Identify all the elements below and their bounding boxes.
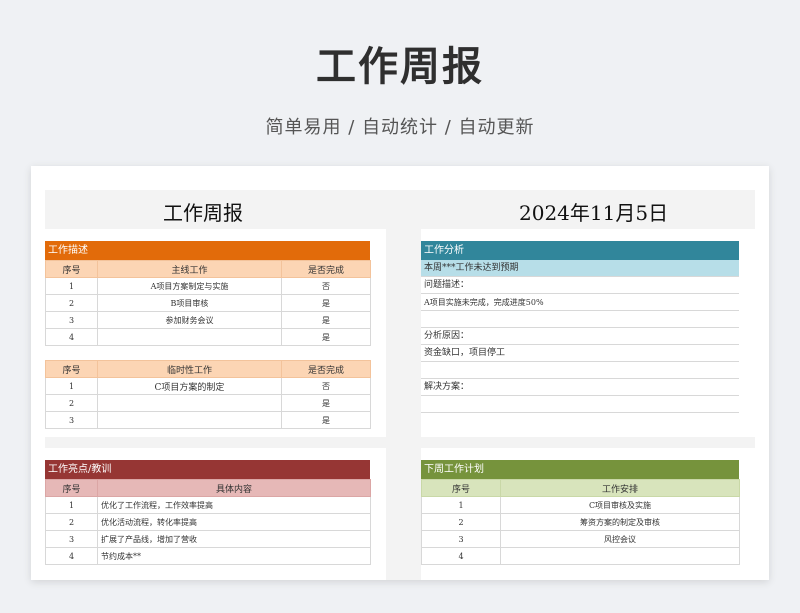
analysis-line[interactable]: 问题描述：	[421, 277, 739, 294]
table-row: 2 优化活动流程，转化率提高	[45, 513, 371, 531]
highlights-header: 序号 具体内容	[45, 479, 371, 497]
analysis-line[interactable]	[421, 396, 739, 413]
table-row: 1 C项目审核及实施	[421, 496, 740, 514]
cell[interactable]	[97, 328, 282, 346]
cell[interactable]: 筹资方案的制定及审核	[500, 513, 740, 531]
col-header: 序号	[45, 260, 98, 278]
cell[interactable]: B项目审核	[97, 294, 282, 312]
table-row: 2 B项目审核 是	[45, 294, 371, 312]
cell[interactable]: 是	[281, 394, 371, 412]
cell[interactable]: 是	[281, 294, 371, 312]
cell[interactable]: 4	[421, 547, 501, 565]
table-row: 1 C项目方案的制定 否	[45, 377, 371, 395]
sheet-body: 工作周报 2024年11月5日 工作描述 序号 主线工作 是否完成 1 A项目方…	[45, 190, 755, 580]
table-row: 2 是	[45, 394, 371, 412]
report-sheet: 工作周报 2024年11月5日 工作描述 序号 主线工作 是否完成 1 A项目方…	[31, 166, 769, 580]
analysis-line[interactable]: 解决方案：	[421, 379, 739, 396]
next-plan-header: 序号 工作安排	[421, 479, 740, 497]
cell[interactable]: 3	[45, 530, 98, 548]
cell[interactable]: 3	[45, 411, 98, 429]
work-desc-title: 工作描述	[45, 241, 370, 260]
cell[interactable]: C项目方案的制定	[97, 377, 282, 395]
cell[interactable]: 2	[45, 294, 98, 312]
next-plan-panel: 下周工作计划 序号 工作安排 1 C项目审核及实施 2 筹资方案的制定及审核 3	[421, 448, 755, 580]
cell[interactable]: 扩展了产品线，增加了营收	[97, 530, 371, 548]
analysis-line[interactable]	[421, 362, 739, 379]
col-header: 序号	[421, 479, 501, 497]
analysis-line[interactable]	[421, 311, 739, 328]
col-header: 序号	[45, 360, 98, 378]
report-date: 2024年11月5日	[519, 201, 669, 225]
cell[interactable]: 节约成本**	[97, 547, 371, 565]
sheet-title: 工作周报	[163, 201, 243, 225]
table-row: 3 参加财务会议 是	[45, 311, 371, 329]
col-header: 是否完成	[281, 360, 371, 378]
table-row: 2 筹资方案的制定及审核	[421, 513, 740, 531]
analysis-line[interactable]: 分析原因：	[421, 328, 739, 345]
cell[interactable]	[97, 394, 282, 412]
table-row: 3 是	[45, 411, 371, 429]
next-plan-table: 序号 工作安排 1 C项目审核及实施 2 筹资方案的制定及审核 3 风控会议 4	[421, 479, 740, 565]
cell[interactable]: 优化活动流程，转化率提高	[97, 513, 371, 531]
main-work-table: 序号 主线工作 是否完成 1 A项目方案制定与实施 否 2 B项目审核 是 3 …	[45, 260, 371, 346]
col-header: 工作安排	[500, 479, 740, 497]
cell[interactable]: 3	[421, 530, 501, 548]
page-subtitle: 简单易用 / 自动统计 / 自动更新	[265, 117, 535, 138]
cell[interactable]: 风控会议	[500, 530, 740, 548]
cell[interactable]: 是	[281, 411, 371, 429]
table-row: 3 风控会议	[421, 530, 740, 548]
cell[interactable]	[500, 547, 740, 565]
table-row: 3 扩展了产品线，增加了营收	[45, 530, 371, 548]
analysis-line[interactable]: 资金缺口，项目停工	[421, 345, 739, 362]
cell[interactable]	[97, 411, 282, 429]
col-header: 序号	[45, 479, 98, 497]
cell[interactable]: 是	[281, 311, 371, 329]
analysis-summary[interactable]: 本周***工作未达到预期	[421, 260, 739, 277]
table-row: 4 是	[45, 328, 371, 346]
sheet-header: 工作周报 2024年11月5日	[45, 190, 755, 227]
cell[interactable]: 是	[281, 328, 371, 346]
cell[interactable]: 1	[45, 377, 98, 395]
temp-work-table: 序号 临时性工作 是否完成 1 C项目方案的制定 否 2 是 3 是	[45, 360, 371, 429]
cell[interactable]: 2	[45, 394, 98, 412]
work-desc-panel: 工作描述 序号 主线工作 是否完成 1 A项目方案制定与实施 否 2 B项目审核…	[45, 229, 386, 437]
col-header: 是否完成	[281, 260, 371, 278]
cell[interactable]: 1	[45, 277, 98, 295]
table-row: 4	[421, 547, 740, 565]
cell[interactable]: A项目方案制定与实施	[97, 277, 282, 295]
cell[interactable]: 4	[45, 328, 98, 346]
table-row: 1 优化了工作流程，工作效率提高	[45, 496, 371, 514]
main-work-header: 序号 主线工作 是否完成	[45, 260, 371, 278]
cell[interactable]: 参加财务会议	[97, 311, 282, 329]
cell[interactable]: 4	[45, 547, 98, 565]
highlights-table: 序号 具体内容 1 优化了工作流程，工作效率提高 2 优化活动流程，转化率提高 …	[45, 479, 371, 565]
highlights-title: 工作亮点/教训	[45, 460, 370, 479]
cell[interactable]: 优化了工作流程，工作效率提高	[97, 496, 371, 514]
cell[interactable]: 否	[281, 377, 371, 395]
cell[interactable]: 1	[45, 496, 98, 514]
table-row: 4 节约成本**	[45, 547, 371, 565]
analysis-line[interactable]: A项目实施未完成，完成进度50%	[421, 294, 739, 311]
cell[interactable]: 3	[45, 311, 98, 329]
col-header: 具体内容	[97, 479, 371, 497]
col-header: 临时性工作	[97, 360, 282, 378]
next-plan-title: 下周工作计划	[421, 460, 739, 479]
table-row: 1 A项目方案制定与实施 否	[45, 277, 371, 295]
analysis-panel: 工作分析 本周***工作未达到预期 问题描述： A项目实施未完成，完成进度50%…	[421, 229, 755, 437]
page-title: 工作周报	[316, 44, 484, 90]
col-header: 主线工作	[97, 260, 282, 278]
highlights-panel: 工作亮点/教训 序号 具体内容 1 优化了工作流程，工作效率提高 2 优化活动流…	[45, 448, 386, 580]
temp-work-header: 序号 临时性工作 是否完成	[45, 360, 371, 378]
cell[interactable]: 否	[281, 277, 371, 295]
cell[interactable]: 1	[421, 496, 501, 514]
analysis-title: 工作分析	[421, 241, 739, 260]
cell[interactable]: C项目审核及实施	[500, 496, 740, 514]
cell[interactable]: 2	[421, 513, 501, 531]
cell[interactable]: 2	[45, 513, 98, 531]
